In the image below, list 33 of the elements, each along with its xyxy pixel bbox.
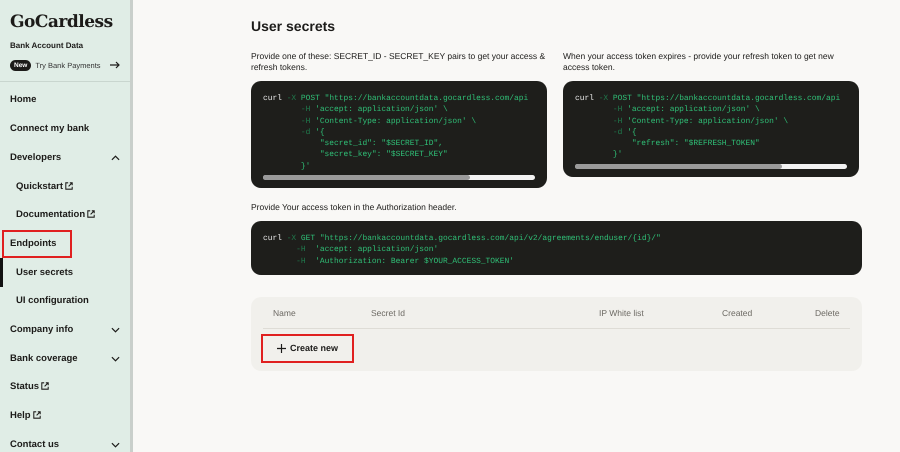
description-text: Provide Your access token in the Authorization header. [251,202,458,214]
nav-item[interactable]: Quickstart [0,172,130,201]
external-link-icon [41,382,50,390]
create-new-button[interactable]: Create new [263,336,352,362]
nav-item[interactable]: Developers [0,144,130,172]
nav-item[interactable]: Home [0,86,130,115]
description-text: When your access token expires - provide your refresh token to get new access token. [563,51,835,73]
nav-item[interactable]: Status [0,373,130,402]
arrow-right-icon [110,61,120,70]
description-text: Provide one of these: SECRET_ID - SECRET_KEY pairs to get your access & refresh tokens. [251,51,546,73]
page-title: User secrets [251,17,336,36]
nav-item[interactable]: Company info [0,316,130,344]
nav-item[interactable]: User secrets [0,258,130,288]
app-subtitle: Bank Account Data [10,40,84,52]
column-header: Name [273,306,297,320]
external-link-icon [65,182,73,190]
nav-item[interactable]: Contact us [0,430,130,452]
external-link-icon [87,210,96,218]
logo[interactable]: GoCardless [10,10,120,36]
plus-icon [277,344,286,353]
column-header: Delete [815,306,840,320]
nav-item[interactable]: UI configuration [0,287,130,316]
nav-item[interactable]: Endpoints [0,230,130,258]
scrollbar[interactable] [263,175,535,180]
column-header: Secret Id [371,306,406,320]
nav-item[interactable]: Documentation [0,201,130,230]
scrollbar[interactable] [575,164,847,169]
nav-item[interactable]: Connect my bank [0,114,130,144]
nav-item[interactable]: Help [0,402,130,430]
column-header: IP White list [599,306,645,320]
column-header: Created [722,306,754,320]
nav-item[interactable]: Bank coverage [0,344,130,374]
external-link-icon [32,411,41,420]
